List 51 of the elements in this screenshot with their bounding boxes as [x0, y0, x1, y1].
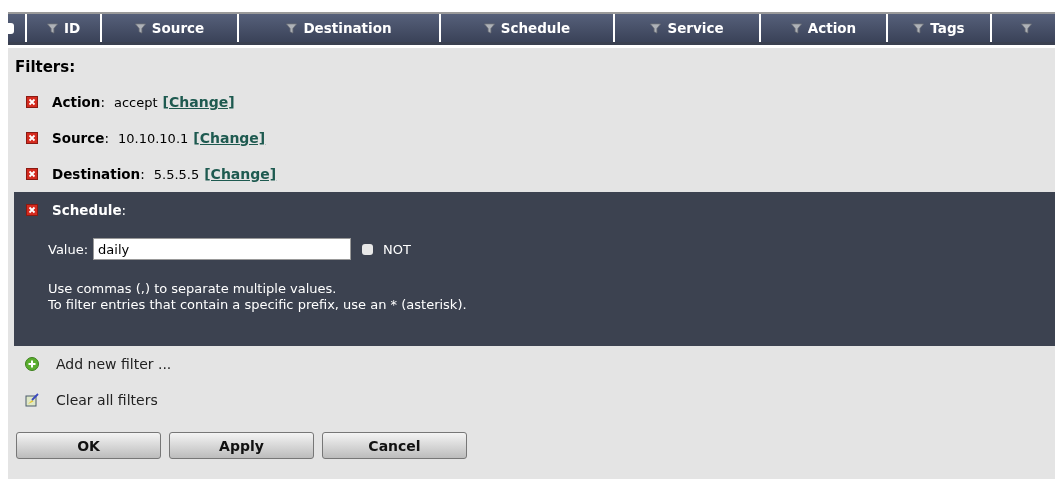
funnel-icon[interactable]	[46, 22, 58, 34]
hint-text: To filter entries that contain a specific prefix, use an * (asterisk).	[48, 297, 468, 313]
funnel-icon[interactable]	[650, 22, 662, 34]
add-icon[interactable]	[25, 357, 39, 371]
add-filter-link[interactable]: Add new filter ...	[56, 356, 172, 372]
funnel-icon[interactable]	[913, 22, 925, 34]
remove-icon[interactable]	[26, 168, 38, 180]
column-label: Service	[667, 20, 724, 36]
filters-heading: Filters:	[14, 58, 77, 76]
column-label: Source	[151, 20, 205, 36]
funnel-icon[interactable]	[134, 22, 146, 34]
column-label: Destination	[303, 20, 392, 36]
column-header[interactable]	[8, 14, 27, 42]
change-link[interactable]: [Change]	[193, 130, 266, 146]
filter-value: accept	[114, 94, 158, 110]
checkbox[interactable]	[8, 22, 14, 34]
clear-filters-link[interactable]: Clear all filters	[56, 392, 158, 408]
funnel-icon[interactable]	[483, 22, 495, 34]
change-link[interactable]: [Change]	[204, 166, 277, 182]
filter-name: Schedule:	[52, 202, 127, 218]
filter-value: 5.5.5.5	[153, 166, 200, 182]
remove-icon[interactable]	[26, 132, 38, 144]
column-header[interactable]: Service	[615, 14, 761, 42]
column-header[interactable]: Schedule	[441, 14, 615, 42]
column-header[interactable]: ID	[27, 14, 102, 42]
column-header[interactable]: Source	[102, 14, 239, 42]
filter-name: Source:	[52, 130, 109, 146]
filter-name: Destination:	[52, 166, 145, 182]
column-label: ID	[63, 20, 81, 36]
funnel-icon[interactable]	[286, 22, 298, 34]
column-label: Tags	[930, 20, 965, 36]
column-label: Action	[807, 20, 857, 36]
change-link[interactable]: [Change]	[162, 94, 235, 110]
remove-icon[interactable]	[26, 96, 38, 108]
remove-icon[interactable]	[26, 204, 38, 216]
funnel-icon[interactable]	[790, 22, 802, 34]
value-field[interactable]: daily	[93, 238, 352, 260]
column-label: Schedule	[500, 20, 571, 36]
dialog-button[interactable]: Cancel	[322, 432, 467, 459]
column-header[interactable]: Action	[761, 14, 888, 42]
filter-name: Action:	[52, 94, 105, 110]
column-header[interactable]: Tags	[888, 14, 992, 42]
dialog-button[interactable]: Apply	[169, 432, 314, 459]
column-header[interactable]: Destination	[239, 14, 441, 42]
hint-text: Use commas (,) to separate multiple values.	[48, 281, 338, 297]
value-label: Value:	[48, 241, 89, 257]
not-label: NOT	[383, 241, 411, 257]
filter-value: 10.10.10.1	[118, 130, 189, 146]
funnel-icon[interactable]	[1020, 22, 1032, 34]
not-checkbox[interactable]	[362, 243, 374, 255]
dialog-button[interactable]: OK	[16, 432, 161, 459]
